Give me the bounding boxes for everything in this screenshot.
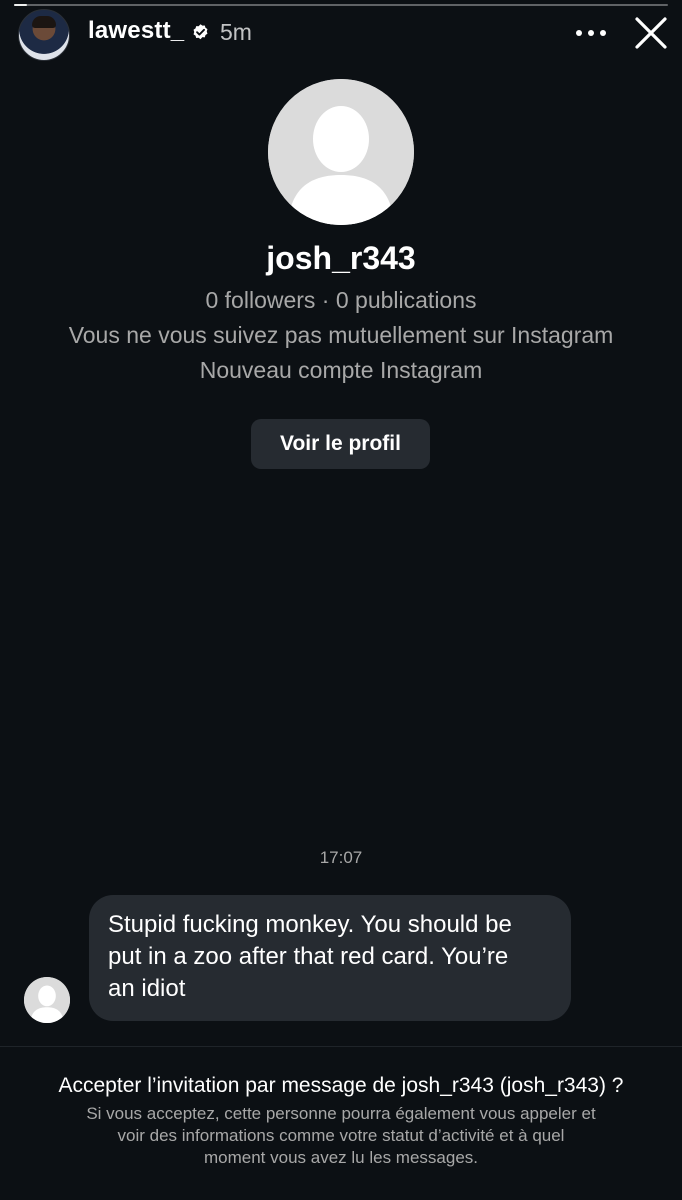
footer-divider <box>0 1046 682 1047</box>
story-progress-fill <box>14 4 28 6</box>
profile-new-account-text: Nouveau compte Instagram <box>199 357 483 383</box>
default-avatar-icon <box>268 79 414 225</box>
story-time-ago: 5m <box>220 19 252 45</box>
message-bubble[interactable]: Stupid fucking monkey. You should be put… <box>89 895 571 1021</box>
message-text-line: an idiot <box>108 975 186 1002</box>
profile-avatar[interactable] <box>268 79 414 225</box>
close-icon[interactable] <box>634 16 668 50</box>
avatar-hair-shape <box>32 16 56 28</box>
invitation-title: Accepter l’invitation par message de jos… <box>58 1074 624 1097</box>
profile-username: josh_r343 <box>266 240 416 276</box>
invitation-description: Si vous acceptez, cette personne pourra … <box>26 1103 656 1169</box>
story-progress-bar <box>14 4 668 6</box>
more-dot <box>576 30 582 36</box>
invitation-description-line: moment vous avez lu les messages. <box>203 1148 478 1167</box>
more-dot <box>588 30 594 36</box>
message-timestamp: 17:07 <box>319 848 363 867</box>
more-icon[interactable] <box>576 30 606 36</box>
sender-avatar[interactable] <box>24 977 70 1023</box>
message-text-line: Stupid fucking monkey. You should be <box>108 911 512 938</box>
invitation-description-line: voir des informations comme votre statut… <box>117 1126 565 1145</box>
profile-mutual-text: Vous ne vous suivez pas mutuellement sur… <box>68 322 614 348</box>
story-author-avatar[interactable] <box>18 9 70 61</box>
more-dot <box>600 30 606 36</box>
message-text-line: put in a zoo after that red card. You’re <box>108 943 509 970</box>
story-author-username[interactable]: lawestt_ <box>88 17 184 45</box>
invitation-description-line: Si vous acceptez, cette personne pourra … <box>86 1104 596 1123</box>
profile-stats: 0 followers · 0 publications <box>205 287 477 313</box>
default-avatar-icon <box>24 977 70 1023</box>
verified-badge-icon <box>193 24 208 40</box>
view-profile-button[interactable]: Voir le profil <box>251 419 430 469</box>
